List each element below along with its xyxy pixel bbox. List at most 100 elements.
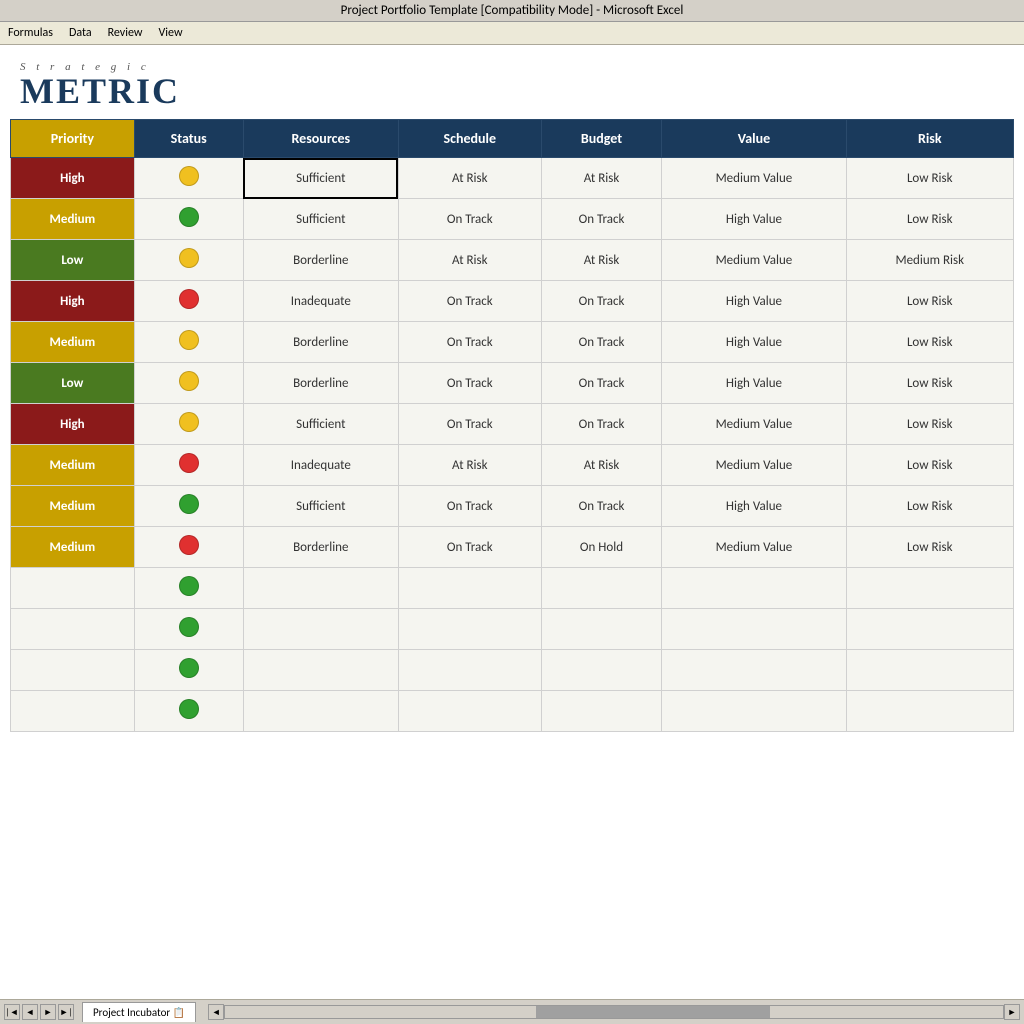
empty-cell bbox=[662, 691, 846, 732]
priority-cell[interactable]: High bbox=[11, 281, 135, 322]
risk-cell[interactable]: Low Risk bbox=[846, 322, 1014, 363]
table-row: MediumInadequateAt RiskAt RiskMedium Val… bbox=[11, 445, 1014, 486]
menu-review[interactable]: Review bbox=[108, 26, 143, 40]
col-header-risk[interactable]: Risk bbox=[846, 120, 1014, 158]
schedule-cell[interactable]: At Risk bbox=[398, 240, 541, 281]
col-header-resources[interactable]: Resources bbox=[243, 120, 398, 158]
priority-cell[interactable]: Medium bbox=[11, 322, 135, 363]
col-header-value[interactable]: Value bbox=[662, 120, 846, 158]
col-header-status[interactable]: Status bbox=[134, 120, 243, 158]
resources-cell[interactable]: Sufficient bbox=[243, 158, 398, 199]
scroll-right[interactable]: ► bbox=[1004, 1004, 1020, 1020]
table-row: HighSufficientAt RiskAt RiskMedium Value… bbox=[11, 158, 1014, 199]
risk-cell[interactable]: Low Risk bbox=[846, 158, 1014, 199]
table-row: LowBorderlineOn TrackOn TrackHigh ValueL… bbox=[11, 363, 1014, 404]
budget-cell[interactable]: At Risk bbox=[541, 158, 662, 199]
status-cell[interactable] bbox=[134, 404, 243, 445]
value-cell[interactable]: High Value bbox=[662, 486, 846, 527]
col-header-schedule[interactable]: Schedule bbox=[398, 120, 541, 158]
priority-cell[interactable]: Low bbox=[11, 240, 135, 281]
status-dot-green bbox=[179, 617, 199, 637]
col-header-budget[interactable]: Budget bbox=[541, 120, 662, 158]
value-cell[interactable]: Medium Value bbox=[662, 404, 846, 445]
risk-cell[interactable]: Low Risk bbox=[846, 199, 1014, 240]
status-cell[interactable] bbox=[134, 363, 243, 404]
budget-cell[interactable]: On Track bbox=[541, 363, 662, 404]
value-cell[interactable]: High Value bbox=[662, 199, 846, 240]
budget-cell[interactable]: At Risk bbox=[541, 240, 662, 281]
empty-cell bbox=[398, 609, 541, 650]
menu-data[interactable]: Data bbox=[69, 26, 92, 40]
budget-cell[interactable]: On Hold bbox=[541, 527, 662, 568]
sheet-tab[interactable]: Project Incubator 📋 bbox=[82, 1002, 196, 1022]
col-header-priority[interactable]: Priority bbox=[11, 120, 135, 158]
status-cell[interactable] bbox=[134, 158, 243, 199]
menu-formulas[interactable]: Formulas bbox=[8, 26, 53, 40]
priority-cell[interactable]: High bbox=[11, 158, 135, 199]
schedule-cell[interactable]: On Track bbox=[398, 404, 541, 445]
schedule-cell[interactable]: At Risk bbox=[398, 158, 541, 199]
empty-cell bbox=[243, 609, 398, 650]
schedule-cell[interactable]: On Track bbox=[398, 281, 541, 322]
budget-cell[interactable]: On Track bbox=[541, 322, 662, 363]
value-cell[interactable]: High Value bbox=[662, 322, 846, 363]
resources-cell[interactable]: Borderline bbox=[243, 322, 398, 363]
resources-cell[interactable]: Borderline bbox=[243, 240, 398, 281]
schedule-cell[interactable]: At Risk bbox=[398, 445, 541, 486]
risk-cell[interactable]: Low Risk bbox=[846, 363, 1014, 404]
status-cell[interactable] bbox=[134, 445, 243, 486]
value-cell[interactable]: Medium Value bbox=[662, 527, 846, 568]
status-cell[interactable] bbox=[134, 199, 243, 240]
resources-cell[interactable]: Borderline bbox=[243, 363, 398, 404]
risk-cell[interactable]: Low Risk bbox=[846, 404, 1014, 445]
risk-cell[interactable]: Low Risk bbox=[846, 281, 1014, 322]
resources-cell[interactable]: Sufficient bbox=[243, 199, 398, 240]
status-cell[interactable] bbox=[134, 281, 243, 322]
status-cell[interactable] bbox=[134, 240, 243, 281]
tab-nav-next[interactable]: ► bbox=[40, 1004, 56, 1020]
menu-view[interactable]: View bbox=[158, 26, 182, 40]
resources-cell[interactable]: Inadequate bbox=[243, 281, 398, 322]
status-cell[interactable] bbox=[134, 527, 243, 568]
priority-cell[interactable]: Medium bbox=[11, 527, 135, 568]
risk-cell[interactable]: Medium Risk bbox=[846, 240, 1014, 281]
budget-cell[interactable]: On Track bbox=[541, 199, 662, 240]
schedule-cell[interactable]: On Track bbox=[398, 527, 541, 568]
priority-cell[interactable]: Medium bbox=[11, 199, 135, 240]
empty-cell bbox=[662, 568, 846, 609]
resources-cell[interactable]: Inadequate bbox=[243, 445, 398, 486]
status-cell[interactable] bbox=[134, 486, 243, 527]
risk-cell[interactable]: Low Risk bbox=[846, 527, 1014, 568]
tab-nav-first[interactable]: |◄ bbox=[4, 1004, 20, 1020]
schedule-cell[interactable]: On Track bbox=[398, 199, 541, 240]
title-bar: Project Portfolio Template [Compatibilit… bbox=[0, 0, 1024, 22]
budget-cell[interactable]: At Risk bbox=[541, 445, 662, 486]
tab-nav-prev[interactable]: ◄ bbox=[22, 1004, 38, 1020]
value-cell[interactable]: Medium Value bbox=[662, 240, 846, 281]
risk-cell[interactable]: Low Risk bbox=[846, 445, 1014, 486]
schedule-cell[interactable]: On Track bbox=[398, 486, 541, 527]
resources-cell[interactable]: Sufficient bbox=[243, 486, 398, 527]
scroll-left[interactable]: ◄ bbox=[208, 1004, 224, 1020]
status-dot-green bbox=[179, 699, 199, 719]
resources-cell[interactable]: Borderline bbox=[243, 527, 398, 568]
status-cell[interactable] bbox=[134, 322, 243, 363]
priority-cell[interactable]: Medium bbox=[11, 445, 135, 486]
budget-cell[interactable]: On Track bbox=[541, 404, 662, 445]
budget-cell[interactable]: On Track bbox=[541, 281, 662, 322]
risk-cell[interactable]: Low Risk bbox=[846, 486, 1014, 527]
schedule-cell[interactable]: On Track bbox=[398, 363, 541, 404]
resources-cell[interactable]: Sufficient bbox=[243, 404, 398, 445]
priority-cell[interactable]: Low bbox=[11, 363, 135, 404]
tab-nav-last[interactable]: ►| bbox=[58, 1004, 74, 1020]
empty-cell bbox=[541, 609, 662, 650]
value-cell[interactable]: High Value bbox=[662, 363, 846, 404]
value-cell[interactable]: Medium Value bbox=[662, 158, 846, 199]
priority-cell[interactable]: High bbox=[11, 404, 135, 445]
schedule-cell[interactable]: On Track bbox=[398, 322, 541, 363]
scrollbar-track[interactable] bbox=[224, 1005, 1004, 1019]
priority-cell[interactable]: Medium bbox=[11, 486, 135, 527]
value-cell[interactable]: Medium Value bbox=[662, 445, 846, 486]
budget-cell[interactable]: On Track bbox=[541, 486, 662, 527]
value-cell[interactable]: High Value bbox=[662, 281, 846, 322]
